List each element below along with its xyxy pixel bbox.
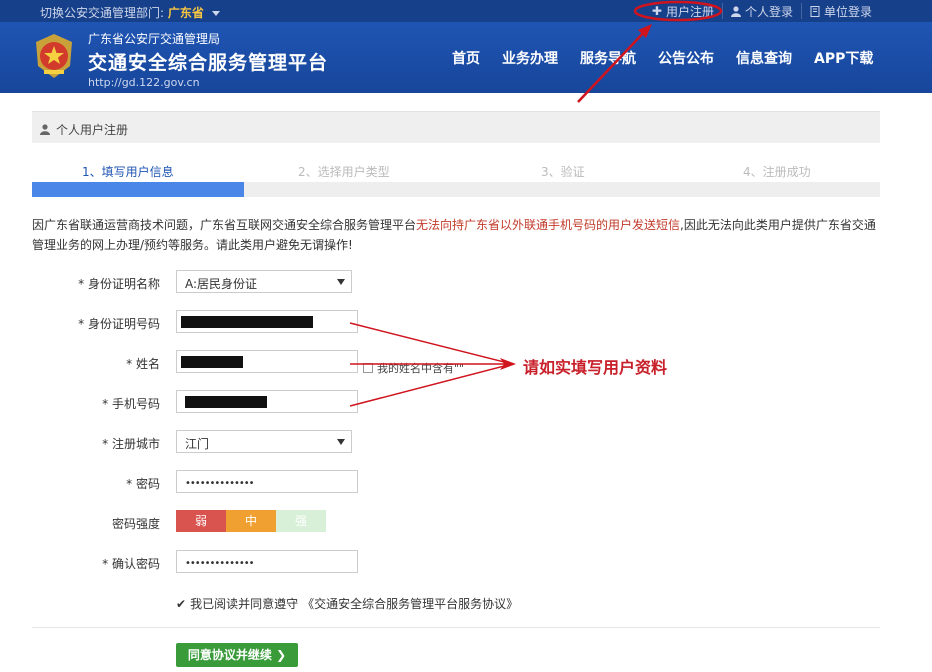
strength-weak: 弱 bbox=[176, 510, 226, 532]
annotation-text: 请如实填写用户资料 bbox=[523, 358, 668, 377]
rare-char-checkbox[interactable]: 我的姓名中含有"" bbox=[363, 360, 464, 376]
nav-home[interactable]: 首页 bbox=[452, 48, 480, 68]
user-icon bbox=[40, 124, 50, 135]
redacted-name bbox=[181, 356, 243, 368]
id-type-value: A:居民身份证 bbox=[185, 277, 258, 291]
nav-app-download[interactable]: APP下载 bbox=[814, 48, 873, 68]
site-header: 广东省公安厅交通管理局 交通安全综合服务管理平台 http://gd.122.g… bbox=[0, 22, 932, 93]
confirm-password-value: •••••••••••••• bbox=[185, 558, 255, 569]
agreement-text: 我已阅读并同意遵守 bbox=[190, 597, 299, 611]
chevron-right-icon: ❯ bbox=[276, 648, 287, 662]
nav-announcements[interactable]: 公告公布 bbox=[658, 48, 714, 68]
phone-label: * 手机号码 bbox=[102, 397, 160, 411]
user-icon bbox=[730, 5, 741, 17]
registration-steps: 1、填写用户信息 2、选择用户类型 3、验证 4、注册成功 bbox=[32, 160, 880, 180]
agreement-link[interactable]: 《交通安全综合服务管理平台服务协议》 bbox=[302, 595, 518, 612]
site-department: 广东省公安厅交通管理局 bbox=[88, 32, 221, 46]
site-url: http://gd.122.gov.cn bbox=[88, 76, 200, 89]
city-value: 江门 bbox=[185, 437, 210, 451]
section-title-text: 个人用户注册 bbox=[56, 123, 129, 137]
name-input[interactable] bbox=[176, 350, 358, 373]
unit-login-link[interactable]: 单位登录 bbox=[800, 3, 880, 19]
section-header: 个人用户注册 bbox=[32, 111, 880, 143]
id-type-label: * 身份证明名称 bbox=[78, 277, 160, 291]
step-fill-info: 1、填写用户信息 bbox=[82, 165, 174, 179]
password-value: •••••••••••••• bbox=[185, 478, 255, 489]
city-select[interactable]: 江门 bbox=[176, 430, 352, 453]
department-switcher[interactable]: 切换公安交通管理部门: 广东省 bbox=[40, 4, 220, 21]
agree-continue-button[interactable]: 同意协议并继续 ❯ bbox=[176, 643, 298, 667]
confirm-password-input[interactable]: •••••••••••••• bbox=[176, 550, 358, 573]
site-title-block[interactable]: 广东省公安厅交通管理局 交通安全综合服务管理平台 http://gd.122.g… bbox=[88, 30, 328, 89]
check-icon: ✔ bbox=[176, 596, 187, 611]
confirm-password-label: * 确认密码 bbox=[102, 557, 160, 571]
nav-service-guide[interactable]: 服务导航 bbox=[580, 48, 636, 68]
name-label: * 姓名 bbox=[126, 357, 160, 371]
checkbox-box bbox=[363, 363, 373, 373]
annotation-line-id bbox=[349, 322, 513, 365]
step-verify: 3、验证 bbox=[541, 165, 585, 179]
caret-down-icon bbox=[211, 11, 220, 16]
police-emblem-icon bbox=[36, 34, 72, 78]
password-label: * 密码 bbox=[126, 477, 160, 491]
agreement-checkbox[interactable]: ✔ 我已阅读并同意遵守 《交通安全综合服务管理平台服务协议》 bbox=[176, 595, 518, 612]
province-name: 广东省 bbox=[167, 6, 204, 20]
redacted-phone bbox=[185, 396, 267, 408]
phone-input[interactable] bbox=[176, 390, 358, 413]
rare-char-label: 我的姓名中含有"" bbox=[377, 362, 465, 375]
plus-icon: ✚ bbox=[651, 4, 662, 18]
redacted-id-number bbox=[181, 316, 313, 328]
register-link-label: 用户注册 bbox=[665, 4, 714, 19]
notice-text-red: 无法向持广东省以外联通手机号码的用户发送短信 bbox=[416, 218, 681, 232]
id-number-input[interactable] bbox=[176, 310, 358, 333]
step-select-type: 2、选择用户类型 bbox=[298, 165, 390, 179]
nav-overflow-item[interactable]: 办事指南 bbox=[820, 84, 872, 93]
id-number-label: * 身份证明号码 bbox=[78, 317, 160, 331]
notice-text-1: 因广东省联通运营商技术问题，广东省互联网交通安全综合服务管理平台 bbox=[32, 218, 417, 232]
sms-notice: 因广东省联通运营商技术问题，广东省互联网交通安全综合服务管理平台无法向持广东省以… bbox=[32, 215, 880, 255]
nav-business[interactable]: 业务办理 bbox=[502, 48, 558, 68]
personal-login-link[interactable]: 个人登录 bbox=[721, 3, 801, 19]
nav-info-query[interactable]: 信息查询 bbox=[736, 48, 792, 68]
agree-continue-label: 同意协议并继续 bbox=[187, 648, 272, 662]
site-name: 交通安全综合服务管理平台 bbox=[88, 52, 329, 74]
form-divider bbox=[32, 627, 880, 628]
step-complete: 4、注册成功 bbox=[743, 165, 811, 179]
register-link[interactable]: ✚ 用户注册 bbox=[644, 3, 722, 19]
id-type-select[interactable]: A:居民身份证 bbox=[176, 270, 352, 293]
step-progress-fill bbox=[32, 182, 244, 197]
dropdown-arrow-icon bbox=[337, 279, 345, 285]
building-icon bbox=[810, 5, 820, 17]
city-label: * 注册城市 bbox=[102, 437, 160, 451]
section-title: 个人用户注册 bbox=[40, 121, 128, 138]
main-nav: 首页 业务办理 服务导航 公告公布 信息查询 APP下载 bbox=[452, 48, 895, 68]
top-links: ✚ 用户注册 个人登录 单位登录 bbox=[644, 3, 880, 19]
step-progress-bar bbox=[32, 182, 880, 197]
switch-label: 切换公安交通管理部门: bbox=[40, 6, 165, 20]
strength-medium: 中 bbox=[226, 510, 276, 532]
password-strength-meter: 弱 中 强 bbox=[176, 510, 326, 532]
strength-label: 密码强度 bbox=[111, 517, 160, 531]
password-input[interactable]: •••••••••••••• bbox=[176, 470, 358, 493]
unit-login-label: 单位登录 bbox=[823, 4, 872, 19]
strength-strong: 强 bbox=[276, 510, 326, 532]
annotation-arrowhead bbox=[500, 358, 516, 370]
top-bar: 切换公安交通管理部门: 广东省 ✚ 用户注册 个人登录 单位登录 bbox=[0, 0, 932, 22]
dropdown-arrow-icon bbox=[337, 439, 345, 445]
personal-login-label: 个人登录 bbox=[744, 4, 793, 19]
